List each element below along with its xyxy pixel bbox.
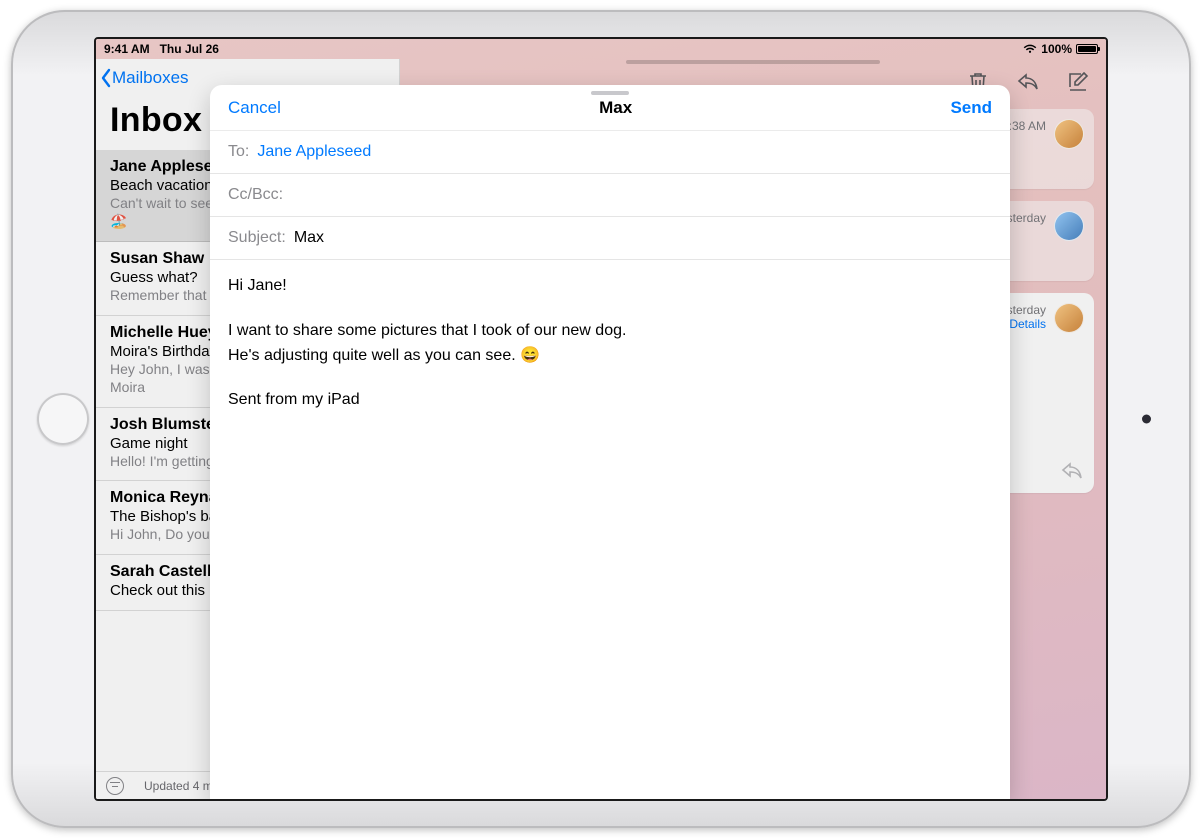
cancel-button[interactable]: Cancel [228,98,281,118]
cc-bcc-label: Cc/Bcc: [228,186,283,204]
status-time: 9:41 AM [104,42,150,56]
cc-bcc-field[interactable]: Cc/Bcc: [210,174,1010,217]
status-bar: 9:41 AM Thu Jul 26 100% [96,39,1106,59]
compose-body[interactable]: Hi Jane! I want to share some pictures t… [210,260,1010,799]
compose-toolbar: Cancel Max Send [210,85,1010,131]
send-button[interactable]: Send [950,98,992,118]
body-greeting: Hi Jane! [228,274,992,299]
subject-field[interactable]: Subject: Max [210,217,1010,260]
body-line: He's adjusting quite well as you can see… [228,347,540,364]
to-label: To: [228,143,249,161]
battery-icon [1076,44,1098,54]
status-date: Thu Jul 26 [160,42,219,56]
sheet-grabber[interactable] [591,91,629,95]
body-line: I want to share some pictures that I too… [228,322,626,339]
home-button[interactable] [37,393,89,445]
battery-percent: 100% [1041,42,1072,56]
compose-sheet: Cancel Max Send To: Jane Appleseed Cc/Bc… [210,85,1010,799]
ipad-device-frame: 9:41 AM Thu Jul 26 100% Mailboxes Inbox … [11,10,1191,828]
signature: Sent from my iPad [228,388,992,413]
compose-title: Max [599,98,632,118]
to-value[interactable]: Jane Appleseed [257,143,371,161]
to-field[interactable]: To: Jane Appleseed [210,131,1010,174]
subject-value: Max [294,229,324,247]
subject-label: Subject: [228,229,286,247]
camera-dot [1142,415,1151,424]
screen: 9:41 AM Thu Jul 26 100% Mailboxes Inbox … [96,39,1106,799]
wifi-icon [1023,44,1037,54]
